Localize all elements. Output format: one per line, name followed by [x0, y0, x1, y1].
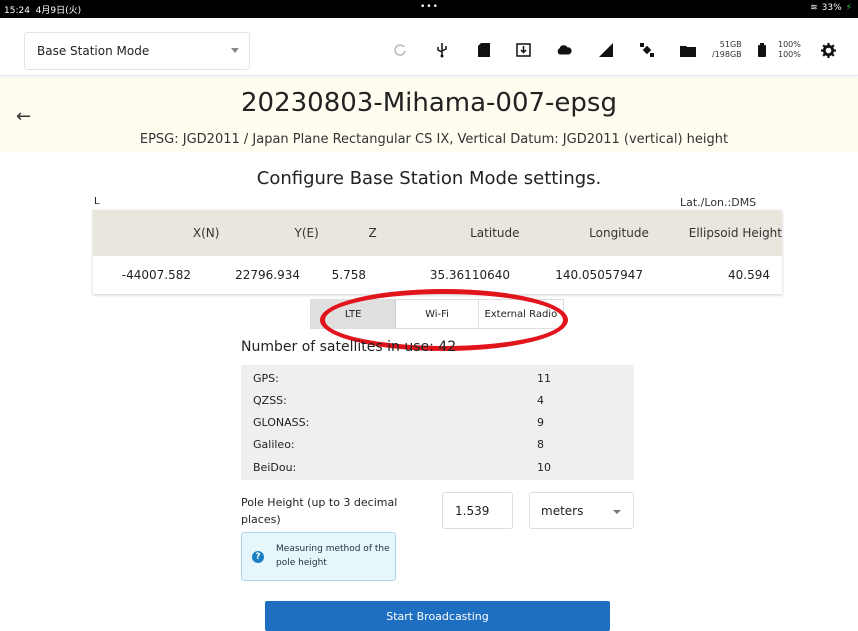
chevron-down-icon: [613, 510, 621, 514]
table-cell: 5.758: [331, 268, 366, 282]
table-header: X(N): [192, 226, 220, 240]
label-l: L: [94, 196, 100, 207]
wifi-icon: ≋: [810, 3, 818, 13]
percent-top: 100%: [778, 40, 801, 49]
satellite-name: GLONASS:: [253, 416, 310, 429]
latlon-format[interactable]: Lat./Lon.:DMS: [680, 196, 756, 209]
table-row: -44007.582 22796.934 5.758 35.36110640 1…: [93, 256, 782, 294]
table-header: Longitude: [589, 226, 649, 240]
section-title: Configure Base Station Mode settings.: [256, 168, 602, 189]
pole-height-label: Pole Height (up to 3 decimal places): [241, 496, 398, 526]
satellite-name: QZSS:: [253, 394, 287, 407]
percent-bottom: 100%: [778, 50, 801, 59]
table-cell: 140.05057947: [555, 268, 643, 282]
pole-height-help[interactable]: ? Measuring method of the pole height: [241, 532, 396, 581]
table-cell: 22796.934: [235, 268, 300, 282]
satellite-count: 4: [537, 394, 544, 407]
table-header-row: X(N) Y(E) Z Latitude Longitude Ellipsoid…: [93, 210, 782, 256]
chevron-down-icon: [231, 48, 239, 53]
start-broadcasting-button[interactable]: Start Broadcasting: [265, 601, 610, 631]
signal-icon: [598, 42, 614, 58]
table-cell: 40.594: [728, 268, 770, 282]
satellite-count: 11: [537, 372, 551, 385]
pole-height-input[interactable]: 1.539: [442, 492, 513, 529]
tab-wifi[interactable]: Wi-Fi: [396, 300, 479, 328]
table-header: Z: [368, 226, 377, 240]
list-item: Galileo: 8: [253, 433, 633, 455]
unit-select-value: meters: [541, 504, 584, 518]
storage-used: 51GB: [719, 40, 742, 49]
table-header: Latitude: [470, 226, 520, 240]
tab-external-radio[interactable]: External Radio: [478, 300, 563, 328]
battery-icon: [754, 42, 770, 58]
table-header: Y(E): [294, 226, 319, 240]
battery-percent: 33%: [821, 3, 842, 13]
satellite-icon[interactable]: [639, 42, 655, 58]
cloud-icon[interactable]: [556, 42, 572, 58]
folder-icon[interactable]: [680, 42, 696, 58]
gear-icon[interactable]: [820, 42, 836, 58]
mode-select[interactable]: Base Station Mode: [24, 32, 250, 70]
storage-total: /198GB: [712, 50, 742, 59]
satellite-count: 8: [537, 438, 544, 451]
sd-card-icon[interactable]: [476, 42, 492, 58]
coordinate-table: X(N) Y(E) Z Latitude Longitude Ellipsoid…: [93, 210, 782, 294]
status-time: 15:24 4月9日(火): [4, 6, 82, 16]
list-item: QZSS: 4: [253, 389, 633, 411]
page-title: 20230803-Mihama-007-epsg: [241, 88, 617, 118]
refresh-icon[interactable]: [392, 42, 408, 58]
multitask-dots: •••: [420, 2, 439, 12]
satellite-count: 10: [537, 461, 551, 474]
table-cell: 35.36110640: [429, 268, 510, 282]
satellites-list: GPS: 11 QZSS: 4 GLONASS: 9 Galileo: 8 Be…: [241, 365, 634, 480]
list-item: BeiDou: 10: [253, 456, 633, 478]
satellites-title: Number of satellites in use: 42: [241, 339, 457, 355]
mode-select-value: Base Station Mode: [37, 44, 150, 58]
satellite-name: GPS:: [253, 372, 279, 385]
download-icon[interactable]: [515, 42, 531, 58]
storage-info: 51GB /198GB: [712, 40, 742, 60]
battery-charging-icon: ⚡: [845, 3, 852, 13]
unit-select[interactable]: meters: [529, 492, 634, 529]
top-toolbar: Base Station Mode 51GB /198GB 100% 100%: [0, 18, 858, 76]
tab-lte[interactable]: LTE: [311, 300, 397, 328]
satellite-name: Galileo:: [253, 438, 295, 451]
status-right: ≋ 33% ⚡: [810, 3, 852, 13]
page-subtitle: EPSG: JGD2011 / Japan Plane Rectangular …: [139, 132, 729, 147]
status-bar: 15:24 4月9日(火) ••• ≋ 33% ⚡: [0, 0, 858, 18]
table-cell: -44007.582: [121, 268, 191, 282]
list-item: GLONASS: 9: [253, 411, 633, 433]
table-header: Ellipsoid Height: [688, 226, 782, 240]
satellite-count: 9: [537, 416, 544, 429]
help-text: Measuring method of the pole height: [276, 544, 390, 568]
percent-info: 100% 100%: [778, 40, 801, 60]
satellite-name: BeiDou:: [253, 461, 297, 474]
usb-icon[interactable]: [434, 42, 450, 58]
connection-tabs: LTE Wi-Fi External Radio: [310, 299, 564, 329]
list-item: GPS: 11: [253, 367, 633, 389]
question-icon: ?: [252, 551, 264, 563]
